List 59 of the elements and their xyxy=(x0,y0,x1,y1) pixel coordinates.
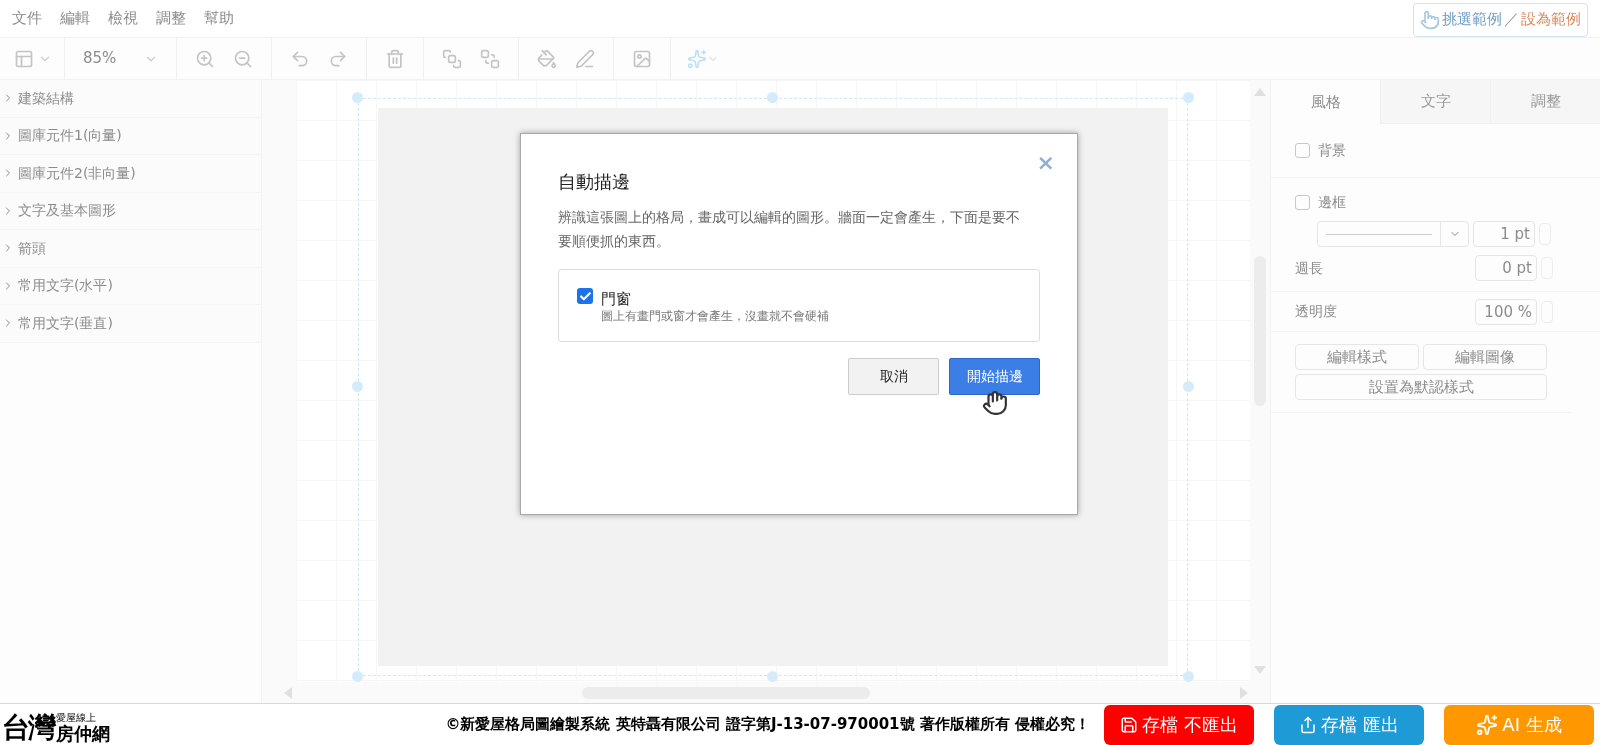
resize-handle[interactable] xyxy=(352,92,363,103)
checkbox[interactable] xyxy=(577,288,593,304)
checkbox[interactable] xyxy=(1295,143,1310,158)
panel-button[interactable]: 編輯樣式 xyxy=(1295,344,1419,370)
perimeter-field[interactable]: 0 pt xyxy=(1475,255,1537,281)
resize-handle[interactable] xyxy=(352,671,363,682)
footer-button[interactable]: AI 生成 xyxy=(1444,704,1594,745)
zoom-select[interactable]: 85% xyxy=(65,47,177,70)
set-example-label: 設為範例 xyxy=(1521,9,1581,31)
sidebar-section[interactable]: 常用文字(水平) xyxy=(0,267,261,305)
checkbox[interactable] xyxy=(1295,195,1310,210)
menu-item[interactable]: 幫助 xyxy=(204,7,234,30)
perimeter-label: 週長 xyxy=(1295,258,1324,278)
panel-button[interactable]: 編輯圖像 xyxy=(1423,344,1547,370)
start-trace-button[interactable]: 開始描邊 xyxy=(949,358,1040,395)
panel-button[interactable]: 設置為默認樣式 xyxy=(1295,374,1547,400)
border-label: 邊框 xyxy=(1318,193,1346,212)
pick-example-label: 挑選範例 xyxy=(1442,9,1502,31)
menu-item[interactable]: 檢視 xyxy=(108,7,138,30)
format-tab[interactable]: 文字 xyxy=(1380,80,1490,124)
cancel-button[interactable]: 取消 xyxy=(848,358,939,395)
hand-pointer-icon xyxy=(1420,9,1440,30)
resize-handle[interactable] xyxy=(1183,671,1194,682)
example-button[interactable]: 挑選範例／設為範例 xyxy=(1413,2,1588,37)
close-button[interactable]: × xyxy=(1036,146,1055,179)
resize-handle[interactable] xyxy=(352,381,363,392)
sidebar-section[interactable]: 常用文字(垂直) xyxy=(0,305,261,343)
logo-mark: 台灣 xyxy=(2,710,54,745)
dialog-description: 辨識這張圖上的格局，畫成可以編輯的圖形。牆面一定會產生，下面是要不要順便抓的東西。 xyxy=(558,208,1021,251)
footer-button[interactable]: 存檔 不匯出 xyxy=(1104,704,1254,745)
resize-handle[interactable] xyxy=(1183,92,1194,103)
logo-name: 房仲網 xyxy=(56,722,110,745)
hand-cursor-icon xyxy=(982,390,1008,416)
logo-tagline: 愛屋線上 xyxy=(56,711,97,723)
sidebar-section[interactable]: 箭頭 xyxy=(0,230,261,268)
opacity-field[interactable]: 100 % xyxy=(1475,298,1537,325)
option-label: 門窗 xyxy=(601,290,632,308)
line-style-select[interactable] xyxy=(1317,221,1469,247)
footer-button[interactable]: 存檔 匯出 xyxy=(1274,704,1424,745)
slash-separator: ／ xyxy=(1504,9,1519,31)
menu-item[interactable]: 文件 xyxy=(12,7,42,30)
option-hint: 圖上有畫門或窗才會產生，沒畫就不會硬補 xyxy=(601,308,829,324)
resize-handle[interactable] xyxy=(767,92,778,103)
menu-item[interactable]: 編輯 xyxy=(60,7,90,30)
sidebar-section[interactable]: 文字及基本圖形 xyxy=(0,192,261,230)
border-width-field[interactable]: 1 pt xyxy=(1473,221,1535,247)
resize-handle[interactable] xyxy=(767,671,778,682)
opacity-label: 透明度 xyxy=(1295,302,1338,321)
sidebar-section[interactable]: 建築結構 xyxy=(0,80,261,118)
sparkles-icon xyxy=(1476,713,1499,736)
copyright-text: ©新愛屋格局圖繪製系統 英特聶有限公司 證字第J-13-07-970001號 著作版權所有 侵權必究！ xyxy=(445,714,1090,736)
dialog-title: 自動描邊 xyxy=(558,170,631,194)
format-tab[interactable]: 調整 xyxy=(1490,80,1600,124)
menu-item[interactable]: 調整 xyxy=(156,7,186,30)
sidebar-section[interactable]: 圖庫元件2(非向量) xyxy=(0,155,261,193)
resize-handle[interactable] xyxy=(1183,381,1194,392)
sparkles-icon[interactable] xyxy=(687,48,708,69)
background-label: 背景 xyxy=(1318,141,1346,160)
sidebar-section[interactable]: 圖庫元件1(向量) xyxy=(0,117,261,155)
